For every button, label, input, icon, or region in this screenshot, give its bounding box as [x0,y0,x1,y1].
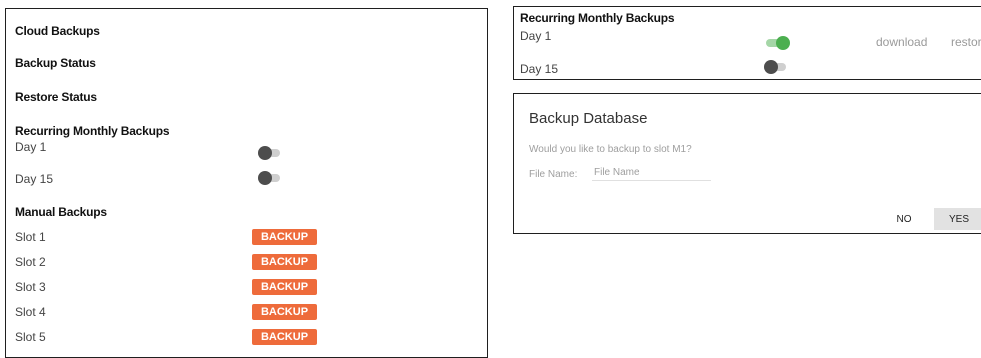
recurring-day1-label: Day 1 [520,29,552,43]
toggle-knob [776,36,790,50]
restore-status-heading: Restore Status [15,90,97,104]
cloud-backups-panel: Cloud Backups Backup Status Restore Stat… [5,8,488,358]
restore-link[interactable]: restore [951,35,981,49]
dialog-title: Backup Database [529,110,648,127]
slot-3-backup-button[interactable]: BACKUP [252,279,317,295]
backup-status-heading: Backup Status [15,56,96,70]
slot-4-label: Slot 4 [15,305,46,319]
recurring-day15-label: Day 15 [520,62,559,76]
slot-1-label: Slot 1 [15,230,46,244]
recurring-backups-panel: Recurring Monthly Backups Day 1 download… [513,6,981,80]
manual-backups-heading: Manual Backups [15,205,107,219]
no-button[interactable]: NO [889,208,919,230]
slot-1-backup-button[interactable]: BACKUP [252,229,317,245]
slot-2-backup-button[interactable]: BACKUP [252,254,317,270]
file-name-label: File Name: [529,169,578,180]
recurring-monthly-heading: Recurring Monthly Backups [520,11,675,25]
recurring-day1-toggle[interactable] [258,146,284,160]
yes-button[interactable]: YES [934,208,981,230]
recurring-day15-toggle[interactable] [764,60,790,74]
toggle-knob [258,146,272,160]
slot-3-label: Slot 3 [15,280,46,294]
cloud-backups-title: Cloud Backups [15,24,100,38]
recurring-day15-label: Day 15 [15,172,54,186]
recurring-day15-toggle[interactable] [258,171,284,185]
recurring-monthly-heading: Recurring Monthly Backups [15,124,170,138]
slot-4-backup-button[interactable]: BACKUP [252,304,317,320]
toggle-knob [764,60,778,74]
toggle-knob [258,171,272,185]
slot-5-backup-button[interactable]: BACKUP [252,329,317,345]
recurring-day1-label: Day 1 [15,140,47,154]
dialog-message: Would you like to backup to slot M1? [529,144,692,155]
backup-database-dialog: Backup Database Would you like to backup… [513,93,981,234]
download-link[interactable]: download [876,35,927,49]
recurring-day1-toggle[interactable] [764,36,790,50]
file-name-input[interactable] [592,164,711,181]
slot-2-label: Slot 2 [15,255,46,269]
slot-5-label: Slot 5 [15,330,46,344]
